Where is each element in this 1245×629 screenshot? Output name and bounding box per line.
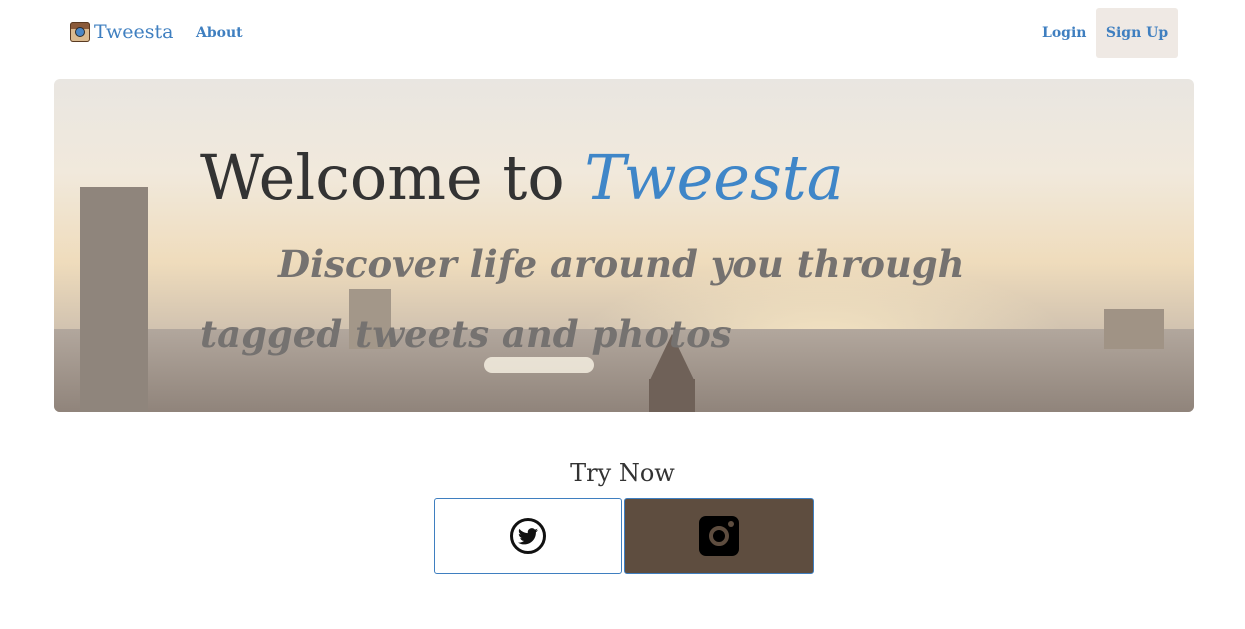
nav-about-link[interactable]: About bbox=[196, 25, 243, 41]
signup-label: Sign Up bbox=[1105, 25, 1169, 41]
hero-title: Welcome to Tweesta bbox=[200, 141, 844, 214]
hero-title-prefix: Welcome to bbox=[200, 141, 585, 214]
hero-title-accent: Tweesta bbox=[584, 141, 844, 214]
instagram-icon bbox=[699, 516, 739, 556]
instagram-try-button[interactable] bbox=[624, 498, 814, 574]
navbar: Tweesta About Login Sign Up bbox=[0, 0, 1245, 66]
twitter-try-button[interactable] bbox=[434, 498, 622, 574]
hero-banner: Welcome to Tweesta Discover life around … bbox=[54, 79, 1194, 412]
hero-subtitle: Discover life around you through tagged … bbox=[200, 242, 965, 356]
hero-building bbox=[1104, 309, 1164, 349]
hero-building bbox=[649, 379, 695, 412]
hero-tower bbox=[80, 187, 148, 412]
camera-logo-icon bbox=[70, 22, 90, 42]
signup-button[interactable]: Sign Up bbox=[1096, 8, 1178, 58]
nav-login-link[interactable]: Login bbox=[1042, 25, 1086, 41]
twitter-icon bbox=[510, 518, 546, 554]
try-now-heading: Try Now bbox=[570, 459, 675, 487]
brand-name: Tweesta bbox=[94, 21, 174, 43]
brand-link[interactable]: Tweesta bbox=[70, 21, 173, 43]
